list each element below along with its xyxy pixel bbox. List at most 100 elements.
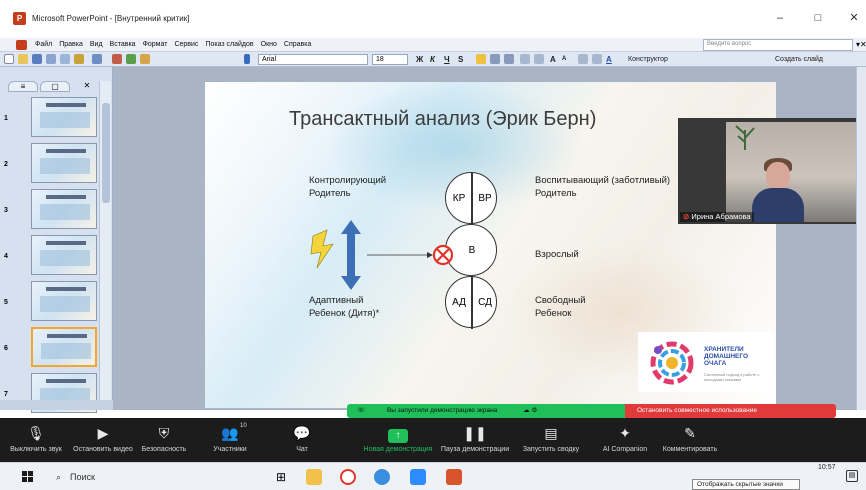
font-color-button[interactable]: A [606,54,612,65]
underline-button[interactable]: Ч [444,54,450,65]
insert-chart-icon[interactable] [112,54,122,64]
label-nurturing-parent: Воспитывающий (заботливый) Родитель [535,174,670,200]
meeting-button-label: Комментировать [662,446,718,453]
decrease-font-button[interactable]: A [562,54,566,65]
meeting-button-комментировать[interactable]: ✎ Комментировать [660,421,720,455]
share-status-banner: ☏ Вы запустили демонстрацию экрана ☁ ⚙ [347,404,625,418]
circle-kr: КР [452,193,466,204]
menu-item[interactable]: Формат [143,38,168,52]
panel-close-icon[interactable]: ✕ [72,81,102,92]
meeting-button-остановить-видео[interactable]: ▶ Остановить видео [70,421,136,455]
meeting-button-label: Запустить сводку [522,446,580,453]
new-slide-button[interactable]: Создать слайд [775,54,823,65]
windows-start-icon[interactable] [22,471,34,483]
meeting-button-ai-companion[interactable]: ✦ AI Companion [596,421,654,455]
powerpoint-app-icon: P [13,12,26,25]
slide-preview[interactable] [31,97,97,137]
font-size-select[interactable]: 18 [372,54,408,65]
italic-button[interactable]: К [430,54,435,65]
document-icon[interactable] [16,40,27,50]
close-button[interactable]: ✕ [844,10,864,26]
bold-button[interactable]: Ж [416,54,423,65]
decrease-indent-icon[interactable] [578,54,588,64]
slide-preview[interactable] [31,143,97,183]
taskbar-search[interactable]: ⌕ Поиск [52,468,250,486]
new-icon[interactable] [4,54,14,64]
participant-body [752,188,804,222]
slide-preview[interactable] [31,189,97,229]
menu-item[interactable]: Правка [59,38,83,52]
taskbar-clock[interactable]: 10:57 [818,464,836,471]
menu-item[interactable]: Вид [90,38,103,52]
label-line: Адаптивный [309,295,364,306]
slide-preview[interactable] [31,235,97,275]
meeting-button-запустить-сводку[interactable]: ▤ Запустить сводку [516,421,586,455]
align-right-icon[interactable] [504,54,514,64]
menu-item[interactable]: Файл [35,38,52,52]
view-buttons[interactable] [0,400,113,410]
slide-preview[interactable] [31,281,97,321]
meeting-button-новая-демонстрация[interactable]: ↑ Новая демонстрация [362,421,434,455]
logo-line: ОЧАГА [704,360,727,367]
zoom-app-icon[interactable] [410,469,426,485]
meeting-button-участники[interactable]: 👥 Участники 10 [200,421,260,455]
shadow-button[interactable]: S [458,54,463,65]
chrome-icon[interactable] [374,469,390,485]
meeting-button-выключить-звук[interactable]: 🎙 Выключить звук [6,421,66,455]
preview-body [40,250,90,266]
notification-icon[interactable]: ▤ [846,470,858,482]
menu-item[interactable]: Справка [284,38,311,52]
menu-item[interactable]: Вставка [110,38,136,52]
yandex-browser-icon[interactable] [340,469,356,485]
align-center-icon[interactable] [490,54,500,64]
file-explorer-icon[interactable] [306,469,322,485]
increase-font-button[interactable]: A [550,54,556,65]
open-icon[interactable] [18,54,28,64]
insert-image-icon[interactable] [140,54,150,64]
preview-icon[interactable] [60,54,70,64]
label-line: Ребенок [535,308,572,319]
participant-video[interactable]: ⊘ Ирина Абрамова [678,118,856,224]
slide-preview[interactable] [31,327,97,367]
designer-button[interactable]: Конструктор [628,54,668,65]
ask-question-input[interactable]: Введите вопрос [703,39,853,51]
meeting-button-безопасность[interactable]: ⛨ Безопасность [136,421,192,455]
powerpoint-taskbar-icon[interactable] [446,469,462,485]
maximize-button[interactable]: □ [808,10,828,26]
increase-indent-icon[interactable] [592,54,602,64]
panel-scroll-thumb[interactable] [102,103,110,203]
ruler-icon[interactable] [244,54,250,64]
paste-icon[interactable] [74,54,84,64]
menu-close-icon[interactable]: ▾✕ [856,40,866,49]
panel-scrollbar[interactable] [99,81,111,406]
circle-sd: СД [478,297,492,308]
menu-item[interactable]: Окно [261,38,277,52]
menu-item[interactable]: Сервис [174,38,198,52]
meeting-button-icon: ↑ [362,421,434,445]
panel-tabs: ≡ ▢ ✕ [2,81,112,93]
align-left-icon[interactable] [476,54,486,64]
font-family-select[interactable]: Arial [258,54,368,65]
tab-outline[interactable]: ≡ [8,81,38,92]
minimize-button[interactable]: – [770,10,790,26]
slide-number: 3 [4,207,8,214]
meeting-toolbar: 🎙 Выключить звук ▶ Остановить видео ⛨ Безопас… [0,418,866,462]
numbered-list-icon[interactable] [520,54,530,64]
canvas-scrollbar[interactable] [856,67,866,410]
tab-slides[interactable]: ▢ [40,81,70,92]
undo-icon[interactable] [92,54,102,64]
save-icon[interactable] [32,54,42,64]
slide-number: 7 [4,391,8,398]
label-adult: Взрослый [535,249,579,260]
stop-share-button[interactable]: Остановить совместное использование [625,404,836,418]
menu-item[interactable]: Показ слайдов [205,38,253,52]
search-label: Поиск [70,472,95,482]
bullet-list-icon[interactable] [534,54,544,64]
print-icon[interactable] [46,54,56,64]
preview-title [46,379,86,383]
meeting-button-чат[interactable]: 💬 Чат [282,421,322,455]
share-status-text: Вы запустили демонстрацию экрана [386,407,498,414]
meeting-button-пауза-демонстрации[interactable]: ❚❚ Пауза демонстрации [434,421,516,455]
task-view-icon[interactable]: ⊞ [276,469,292,485]
insert-table-icon[interactable] [126,54,136,64]
